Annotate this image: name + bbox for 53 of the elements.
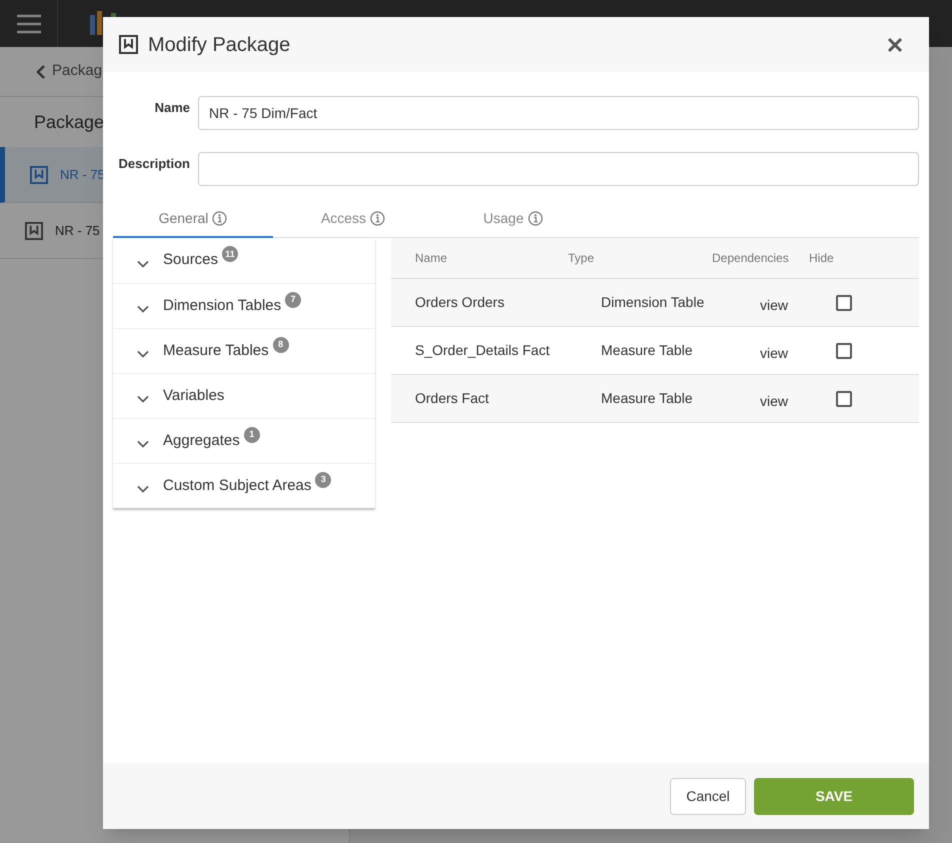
tab[interactable]: Access: [273, 200, 433, 238]
field-label: Name: [154, 99, 191, 117]
package-icon: [25, 222, 43, 240]
column-header: Type: [568, 250, 596, 267]
menu-icon[interactable]: [16, 12, 42, 34]
table-cell: Measure Table: [601, 342, 693, 358]
info-icon: [212, 210, 228, 226]
count-badge: 3: [315, 472, 332, 488]
close-icon[interactable]: [887, 36, 903, 52]
package-icon: [30, 166, 48, 184]
chevron-down-icon: [137, 260, 149, 268]
accordion-section[interactable]: Dimension Tables 7: [113, 283, 375, 328]
chevron-down-icon: [137, 350, 149, 358]
chevron-down-icon: [137, 305, 149, 313]
chevron-down-icon: [137, 440, 149, 448]
tab[interactable]: General: [113, 200, 273, 238]
table-cell: Orders Orders: [415, 294, 504, 310]
chevron-down-icon: [137, 395, 149, 403]
count-badge: 7: [285, 292, 302, 308]
count-badge: 1: [244, 426, 260, 443]
column-header: Name: [414, 250, 448, 267]
view-link[interactable]: view: [760, 391, 788, 422]
input-field[interactable]: [198, 152, 919, 186]
info-icon: [370, 210, 386, 226]
back-link[interactable]: Packag: [52, 60, 102, 83]
accordion-section[interactable]: Measure Tables 8: [113, 328, 375, 373]
column-header: Hide: [809, 250, 835, 267]
view-link[interactable]: view: [760, 343, 788, 374]
panel-heading: Package: [34, 110, 104, 134]
package-icon: [119, 35, 138, 54]
dialog-title: Modify Package: [148, 32, 292, 58]
hide-checkbox[interactable]: [836, 343, 852, 359]
input-field[interactable]: NR - 75 Dim/Fact: [198, 96, 919, 130]
accordion-section[interactable]: Variables: [113, 373, 375, 418]
count-badge: 11: [222, 246, 238, 262]
field-label: Description: [117, 155, 191, 173]
hide-checkbox[interactable]: [836, 295, 852, 311]
table-cell: S_Order_Details Fact: [415, 342, 550, 358]
count-badge: 8: [272, 336, 289, 353]
hide-checkbox[interactable]: [836, 391, 852, 407]
accordion-section[interactable]: Custom Subject Areas 3: [113, 463, 375, 508]
chevron-left-icon[interactable]: [36, 64, 46, 78]
accordion-section[interactable]: Sources 11: [113, 238, 375, 283]
column-header: Dependencies: [712, 250, 790, 267]
cancel-button[interactable]: Cancel: [670, 778, 746, 814]
tab[interactable]: Usage: [433, 200, 593, 238]
view-link[interactable]: view: [760, 295, 788, 326]
table-cell: Dimension Table: [601, 294, 704, 310]
accordion-section[interactable]: Aggregates 1: [113, 418, 375, 463]
table-cell: Measure Table: [601, 390, 693, 406]
table-cell: Orders Fact: [415, 390, 489, 406]
chevron-down-icon: [137, 485, 149, 493]
info-icon: [528, 210, 543, 226]
